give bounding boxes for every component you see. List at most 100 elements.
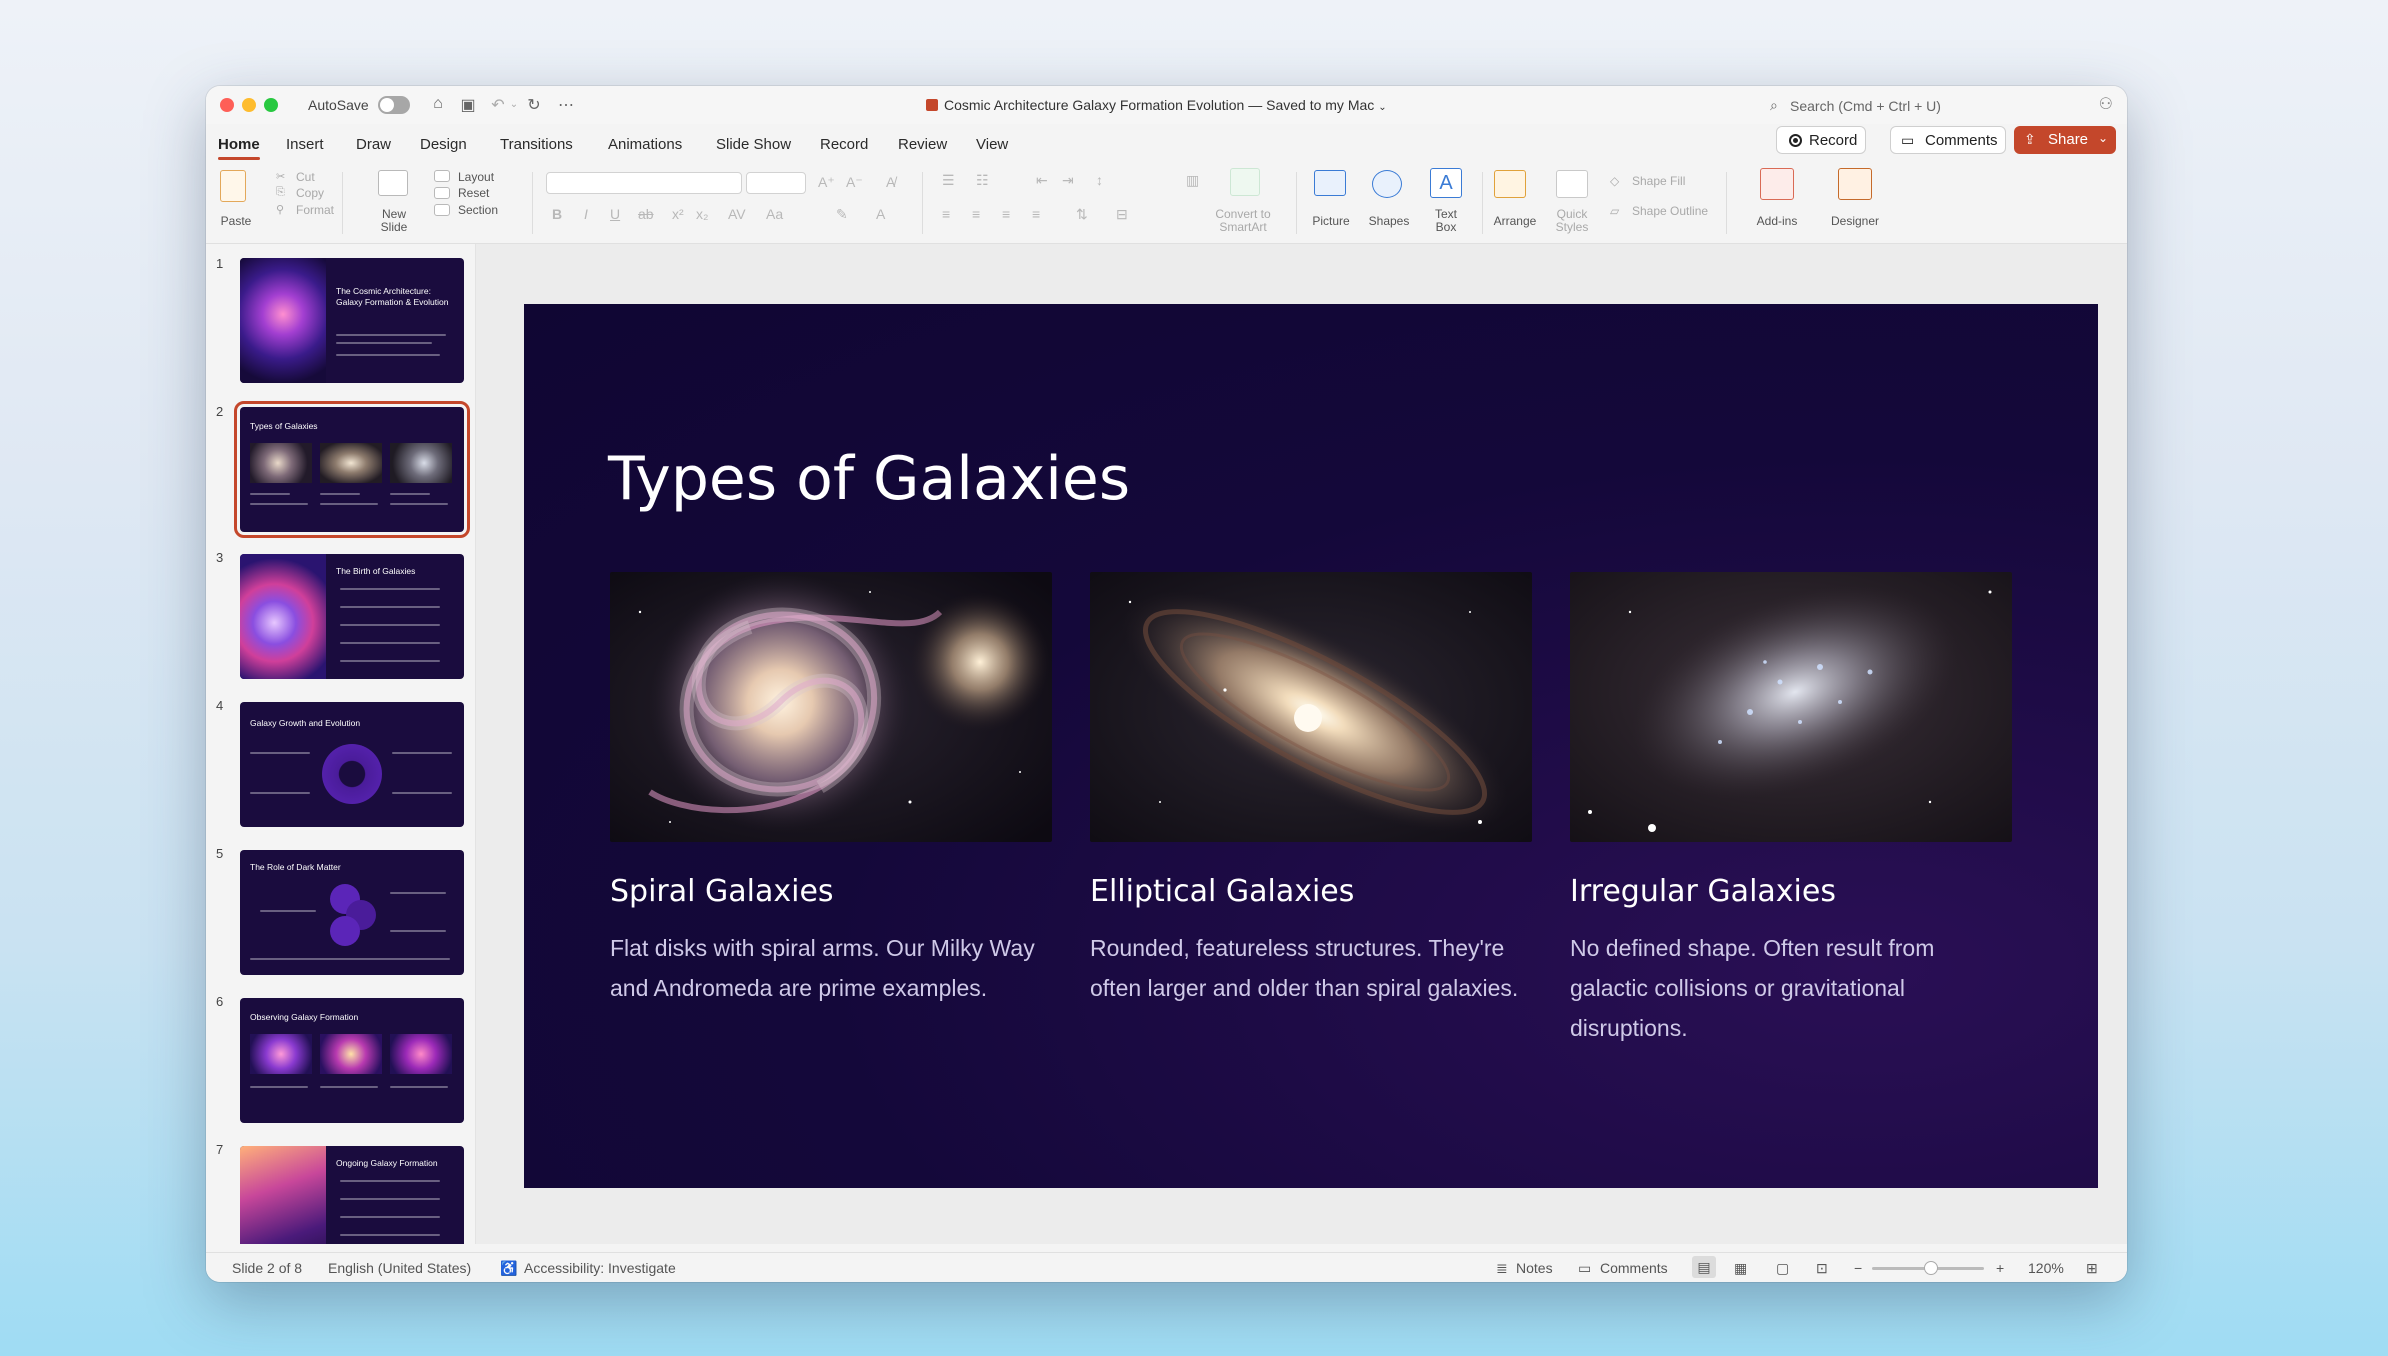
zoom-level[interactable]: 120%	[2028, 1260, 2064, 1276]
text-box-button[interactable]: Text Box	[1424, 208, 1468, 234]
spiral-galaxies-description[interactable]: Flat disks with spiral arms. Our Milky W…	[610, 928, 1056, 1008]
strikethrough-icon[interactable]: ab	[638, 206, 654, 222]
spiral-galaxy-image[interactable]	[610, 572, 1052, 842]
add-ins-button[interactable]: Add-ins	[1748, 214, 1806, 228]
record-button[interactable]: Record	[1776, 126, 1866, 154]
font-size-dropdown[interactable]	[746, 172, 806, 194]
paste-button[interactable]: Paste	[216, 214, 256, 228]
minimize-window-button[interactable]	[242, 98, 256, 112]
columns-icon[interactable]: ▥	[1186, 172, 1199, 189]
slide-thumbnail-7[interactable]: Ongoing Galaxy Formation	[240, 1146, 464, 1244]
notes-button[interactable]: Notes	[1516, 1260, 1553, 1276]
elliptical-galaxy-image[interactable]	[1090, 572, 1532, 842]
redo-icon[interactable]: ↻	[524, 95, 544, 115]
tab-design[interactable]: Design	[420, 136, 467, 153]
autosave-toggle[interactable]	[378, 96, 410, 114]
underline-icon[interactable]: U	[610, 206, 620, 222]
document-title[interactable]: Cosmic Architecture Galaxy Formation Evo…	[926, 97, 1387, 113]
picture-button[interactable]: Picture	[1306, 214, 1356, 228]
cut-button[interactable]: Cut	[296, 170, 315, 184]
line-spacing-icon[interactable]: ↕	[1096, 172, 1103, 188]
undo-dropdown-icon[interactable]: ⌄	[504, 99, 524, 110]
home-icon[interactable]: ⌂	[428, 95, 448, 113]
tab-review[interactable]: Review	[898, 136, 947, 153]
slide-thumbnails-panel[interactable]: 1 The Cosmic Architecture: Galaxy Format…	[206, 244, 476, 1244]
tab-draw[interactable]: Draw	[356, 136, 391, 153]
irregular-galaxies-heading[interactable]: Irregular Galaxies	[1570, 874, 1836, 909]
language-indicator[interactable]: English (United States)	[328, 1260, 471, 1276]
current-slide[interactable]: Types of Galaxies Spiral Galaxies Ellipt…	[524, 304, 2098, 1188]
subscript-icon[interactable]: x₂	[696, 206, 708, 222]
shapes-button[interactable]: Shapes	[1364, 214, 1414, 228]
align-left-icon[interactable]: ≡	[942, 206, 950, 222]
paste-icon[interactable]	[220, 170, 246, 202]
align-right-icon[interactable]: ≡	[1002, 206, 1010, 222]
slide-title[interactable]: Types of Galaxies	[608, 444, 1130, 514]
align-text-icon[interactable]: ⊟	[1116, 206, 1128, 223]
justify-icon[interactable]: ≡	[1032, 206, 1040, 222]
slide-thumbnail-2[interactable]: Types of Galaxies	[234, 401, 470, 538]
shape-outline-button[interactable]: Shape Outline	[1632, 204, 1708, 218]
increase-font-icon[interactable]: A⁺	[818, 174, 835, 191]
new-slide-icon[interactable]	[378, 170, 408, 196]
character-spacing-icon[interactable]: AV	[728, 206, 746, 222]
slide-thumbnail-4[interactable]: Galaxy Growth and Evolution	[240, 702, 464, 827]
tab-animations[interactable]: Animations	[608, 136, 682, 153]
slide-thumbnail-1[interactable]: The Cosmic Architecture: Galaxy Formatio…	[240, 258, 464, 383]
zoom-window-button[interactable]	[264, 98, 278, 112]
zoom-out-icon[interactable]: −	[1854, 1260, 1862, 1276]
reading-view-icon[interactable]: ▢	[1776, 1260, 1789, 1277]
copy-button[interactable]: Copy	[296, 186, 324, 200]
more-icon[interactable]: ⋯	[556, 95, 576, 115]
elliptical-galaxies-description[interactable]: Rounded, featureless structures. They're…	[1090, 928, 1536, 1008]
convert-to-smartart-button[interactable]: Convert to SmartArt	[1204, 208, 1282, 234]
zoom-slider-handle[interactable]	[1924, 1261, 1938, 1275]
numbering-icon[interactable]: ☷	[976, 172, 989, 189]
reset-button[interactable]: Reset	[458, 186, 489, 200]
fit-to-window-icon[interactable]: ⊞	[2086, 1260, 2098, 1277]
highlight-icon[interactable]: ✎	[836, 206, 848, 223]
spiral-galaxies-heading[interactable]: Spiral Galaxies	[610, 874, 834, 909]
slide-thumbnail-3[interactable]: The Birth of Galaxies	[240, 554, 464, 679]
slide-sorter-icon[interactable]: ▦	[1734, 1260, 1747, 1277]
decrease-indent-icon[interactable]: ⇤	[1036, 172, 1048, 189]
save-icon[interactable]: ▣	[458, 95, 478, 115]
clear-formatting-icon[interactable]: A̸	[886, 174, 895, 190]
arrange-button[interactable]: Arrange	[1486, 214, 1544, 228]
slide-thumbnail-6[interactable]: Observing Galaxy Formation	[240, 998, 464, 1123]
change-case-icon[interactable]: Aa	[766, 206, 783, 222]
close-window-button[interactable]	[220, 98, 234, 112]
tab-transitions[interactable]: Transitions	[500, 136, 573, 153]
share-button[interactable]: ⇪ Share ⌄	[2014, 126, 2116, 154]
section-button[interactable]: Section	[458, 203, 498, 217]
tab-slide-show[interactable]: Slide Show	[716, 136, 791, 153]
designer-button[interactable]: Designer	[1824, 214, 1886, 228]
comments-status-button[interactable]: Comments	[1600, 1260, 1668, 1276]
tab-record[interactable]: Record	[820, 136, 868, 153]
superscript-icon[interactable]: x²	[672, 206, 684, 222]
format-painter-button[interactable]: Format	[296, 203, 334, 217]
italic-icon[interactable]: I	[584, 206, 588, 222]
search-box[interactable]: ⌕ Search (Cmd + Ctrl + U)	[1766, 94, 2086, 118]
decrease-font-icon[interactable]: A⁻	[846, 174, 863, 191]
tab-view[interactable]: View	[976, 136, 1008, 153]
zoom-in-icon[interactable]: +	[1996, 1260, 2004, 1276]
align-center-icon[interactable]: ≡	[972, 206, 980, 222]
layout-button[interactable]: Layout	[458, 170, 494, 184]
bullets-icon[interactable]: ☰	[942, 172, 955, 189]
new-slide-button[interactable]: New Slide	[374, 208, 414, 234]
quick-styles-button[interactable]: Quick Styles	[1546, 208, 1598, 234]
tab-home[interactable]: Home	[218, 136, 260, 160]
normal-view-icon[interactable]: ▤	[1692, 1256, 1716, 1278]
irregular-galaxies-description[interactable]: No defined shape. Often result from gala…	[1570, 928, 1970, 1048]
font-family-dropdown[interactable]	[546, 172, 742, 194]
increase-indent-icon[interactable]: ⇥	[1062, 172, 1074, 189]
slide-thumbnail-5[interactable]: The Role of Dark Matter	[240, 850, 464, 975]
tab-insert[interactable]: Insert	[286, 136, 324, 153]
irregular-galaxy-image[interactable]	[1570, 572, 2012, 842]
accessibility-status[interactable]: Accessibility: Investigate	[524, 1260, 676, 1276]
presenter-view-icon[interactable]: ⊡	[1816, 1260, 1828, 1277]
font-color-icon[interactable]: A	[876, 206, 885, 222]
shape-fill-button[interactable]: Shape Fill	[1632, 174, 1685, 188]
comments-button[interactable]: ▭ Comments	[1890, 126, 2006, 154]
